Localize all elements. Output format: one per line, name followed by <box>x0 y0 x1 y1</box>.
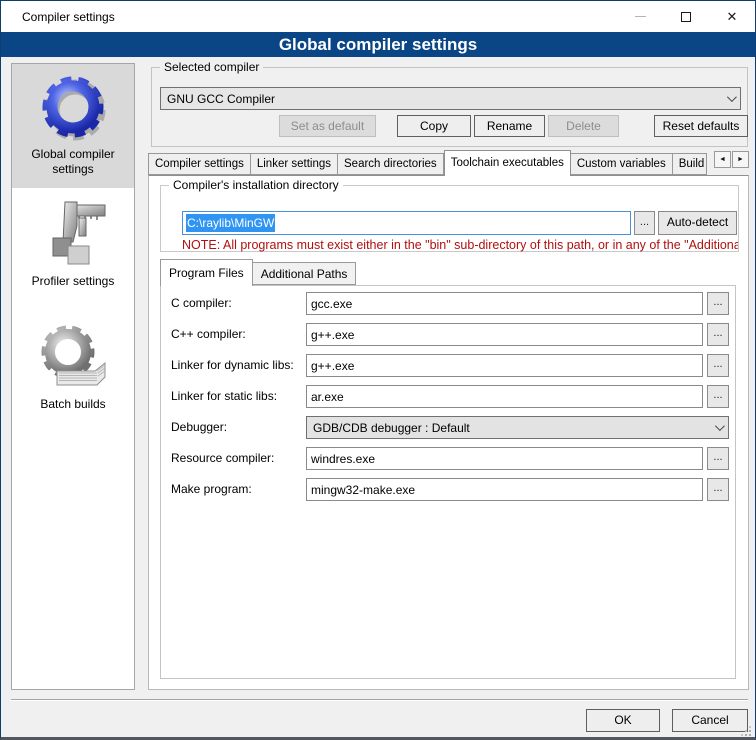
cpp-compiler-input[interactable] <box>306 323 703 346</box>
set-as-default-button[interactable]: Set as default <box>279 115 376 137</box>
debugger-value: GDB/CDB debugger : Default <box>313 421 470 435</box>
tab-scroll-buttons: ◄ ► <box>713 151 749 168</box>
cpp-compiler-browse-button[interactable]: ... <box>707 323 729 346</box>
right-arrow-icon: ► <box>737 156 744 163</box>
installation-directory-input[interactable]: C:\raylib\MinGW <box>182 211 631 235</box>
static-linker-browse-button[interactable]: ... <box>707 385 729 408</box>
resize-grip-icon[interactable] <box>739 724 751 736</box>
selected-compiler-dropdown[interactable]: GNU GCC Compiler <box>160 87 741 110</box>
c-compiler-label: C compiler: <box>171 292 303 315</box>
make-program-label: Make program: <box>171 478 303 501</box>
program-files-panel: C compiler: ... C++ compiler: ... Linker… <box>160 285 736 679</box>
debugger-row: Debugger: GDB/CDB debugger : Default <box>161 416 735 439</box>
make-program-row: Make program: ... <box>161 478 735 501</box>
static-linker-label: Linker for static libs: <box>171 385 303 408</box>
selected-compiler-value: GNU GCC Compiler <box>167 92 275 106</box>
tab-toolchain-executables[interactable]: Toolchain executables <box>444 150 571 176</box>
c-compiler-input[interactable] <box>306 292 703 315</box>
c-compiler-browse-button[interactable]: ... <box>707 292 729 315</box>
minimize-icon <box>635 16 646 17</box>
ok-button[interactable]: OK <box>586 709 660 732</box>
settings-category-list: Global compiler settings <box>11 63 135 690</box>
dynamic-linker-row: Linker for dynamic libs: ... <box>161 354 735 377</box>
tab-search-directories[interactable]: Search directories <box>338 153 444 175</box>
sidebar-item-batch-builds[interactable]: Batch builds <box>12 295 134 418</box>
tab-compiler-settings[interactable]: Compiler settings <box>148 153 251 175</box>
installation-directory-value: C:\raylib\MinGW <box>186 214 275 232</box>
rename-button[interactable]: Rename <box>474 115 545 137</box>
debugger-label: Debugger: <box>171 416 303 439</box>
tab-build-options[interactable]: Build options <box>673 153 707 175</box>
resource-compiler-label: Resource compiler: <box>171 447 303 470</box>
left-arrow-icon: ◄ <box>719 156 726 163</box>
chevron-down-icon <box>715 421 725 431</box>
make-program-input[interactable] <box>306 478 703 501</box>
compiler-settings-dialog: Compiler settings ✕ Global compiler sett… <box>0 0 756 740</box>
blue-gear-icon <box>12 69 134 145</box>
maximize-button[interactable] <box>663 1 709 32</box>
tab-scroll-right-button[interactable]: ► <box>732 151 749 168</box>
auto-detect-button[interactable]: Auto-detect <box>658 211 737 235</box>
reset-defaults-button[interactable]: Reset defaults <box>654 115 748 137</box>
copy-button[interactable]: Copy <box>397 115 471 137</box>
resource-compiler-browse-button[interactable]: ... <box>707 447 729 470</box>
tab-linker-settings[interactable]: Linker settings <box>251 153 338 175</box>
installation-directory-browse-button[interactable]: ... <box>634 211 655 235</box>
resource-compiler-row: Resource compiler: ... <box>161 447 735 470</box>
title-bar: Compiler settings ✕ <box>1 1 755 32</box>
tab-custom-variables[interactable]: Custom variables <box>571 153 673 175</box>
installation-directory-group: Compiler's installation directory C:\ray… <box>160 185 739 252</box>
footer-separator <box>11 699 748 701</box>
sidebar-item-global-compiler-settings[interactable]: Global compiler settings <box>12 64 134 188</box>
delete-button[interactable]: Delete <box>548 115 619 137</box>
cpp-compiler-label: C++ compiler: <box>171 323 303 346</box>
maximize-icon <box>681 12 691 22</box>
dynamic-linker-browse-button[interactable]: ... <box>707 354 729 377</box>
settings-tab-bar: Compiler settings Linker settings Search… <box>148 150 749 176</box>
sidebar-item-label: Batch builds <box>12 395 134 418</box>
make-program-browse-button[interactable]: ... <box>707 478 729 501</box>
debugger-dropdown[interactable]: GDB/CDB debugger : Default <box>306 416 729 439</box>
caption-buttons: ✕ <box>617 1 755 32</box>
cpp-compiler-row: C++ compiler: ... <box>161 323 735 346</box>
installation-directory-legend: Compiler's installation directory <box>169 178 343 192</box>
cancel-button[interactable]: Cancel <box>672 709 748 732</box>
toolchain-executables-page: Compiler's installation directory C:\ray… <box>148 175 749 690</box>
c-compiler-row: C compiler: ... <box>161 292 735 315</box>
dynamic-linker-label: Linker for dynamic libs: <box>171 354 303 377</box>
gray-gear-stack-icon <box>12 319 134 395</box>
caliper-icon <box>12 196 134 272</box>
dynamic-linker-input[interactable] <box>306 354 703 377</box>
close-button[interactable]: ✕ <box>709 1 755 32</box>
minimize-button[interactable] <box>617 1 663 32</box>
chevron-down-icon <box>727 92 737 102</box>
sidebar-item-label: Profiler settings <box>12 272 134 295</box>
window-title: Compiler settings <box>1 10 115 24</box>
subtab-additional-paths[interactable]: Additional Paths <box>253 262 357 285</box>
toolchain-subtab-bar: Program Files Additional Paths <box>160 259 356 286</box>
dialog-banner-title: Global compiler settings <box>1 32 755 57</box>
tab-scroll-left-button[interactable]: ◄ <box>714 151 731 168</box>
static-linker-row: Linker for static libs: ... <box>161 385 735 408</box>
bin-subdirectory-note: NOTE: All programs must exist either in … <box>182 238 738 252</box>
sidebar-item-profiler-settings[interactable]: Profiler settings <box>12 188 134 295</box>
close-icon: ✕ <box>727 10 738 23</box>
selected-compiler-group: Selected compiler GNU GCC Compiler Set a… <box>151 67 748 147</box>
selected-compiler-legend: Selected compiler <box>160 60 263 74</box>
static-linker-input[interactable] <box>306 385 703 408</box>
resource-compiler-input[interactable] <box>306 447 703 470</box>
sidebar-item-label: Global compiler settings <box>12 145 134 183</box>
subtab-program-files[interactable]: Program Files <box>160 259 253 286</box>
